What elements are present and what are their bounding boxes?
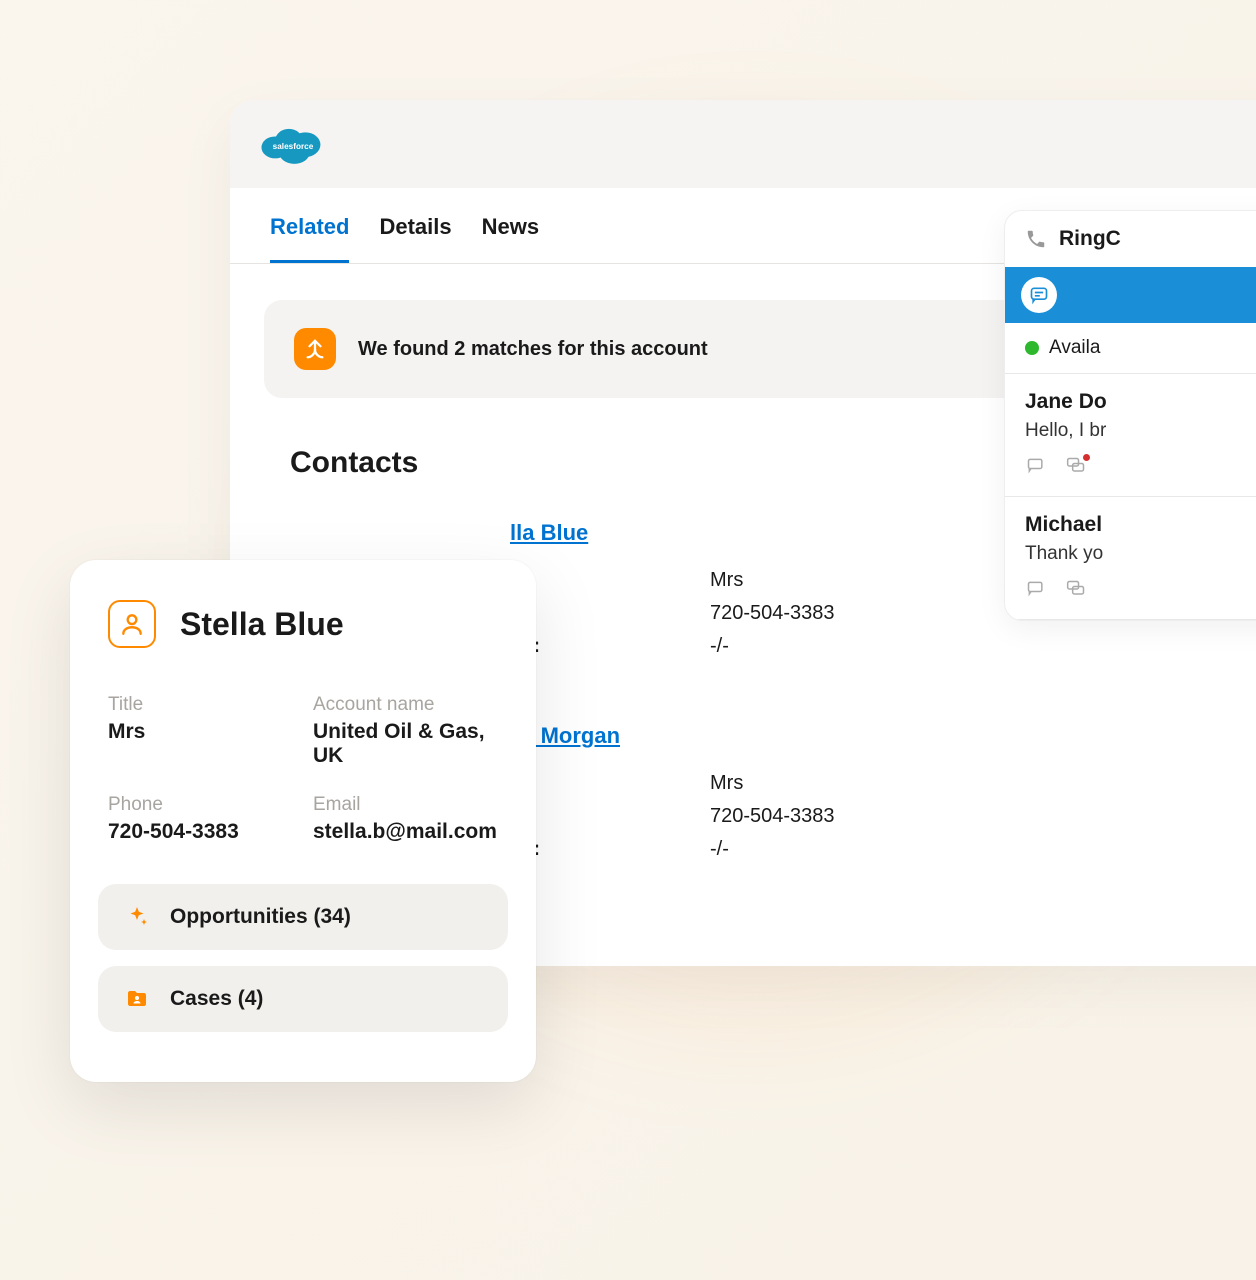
- label: e:: [510, 564, 710, 597]
- label: ne:: [510, 630, 710, 663]
- panel-header: RingC: [1005, 211, 1256, 267]
- thread-icon[interactable]: [1065, 456, 1087, 478]
- chat-icon: [1021, 277, 1057, 313]
- message-preview: Thank yo: [1025, 543, 1256, 565]
- contact-item: se Morgan e:Mrs il:720-504-3383 ne:-/-: [510, 723, 1256, 866]
- field-value: United Oil & Gas, UK: [313, 720, 498, 768]
- label: il:: [510, 597, 710, 630]
- tab-details[interactable]: Details: [379, 214, 451, 263]
- contact-popover: Stella Blue Title Mrs Account name Unite…: [70, 560, 536, 1082]
- status-row[interactable]: Availa: [1005, 323, 1256, 374]
- chat-tab-bar[interactable]: [1005, 267, 1256, 323]
- popover-name: Stella Blue: [180, 606, 344, 643]
- thread-icon[interactable]: [1065, 579, 1087, 601]
- cases-pill[interactable]: Cases (4): [98, 966, 508, 1032]
- topbar: salesforce: [230, 100, 1256, 188]
- field-email: Email stella.b@mail.com: [313, 794, 498, 844]
- field-value: stella.b@mail.com: [313, 820, 498, 844]
- notification-dot: [1083, 454, 1090, 461]
- value: -/-: [710, 833, 729, 866]
- reply-icon[interactable]: [1025, 456, 1047, 478]
- value: 720-504-3383: [710, 800, 835, 833]
- field-title: Title Mrs: [108, 694, 293, 768]
- value: 720-504-3383: [710, 597, 835, 630]
- field-phone: Phone 720-504-3383: [108, 794, 293, 844]
- value: Mrs: [710, 767, 743, 800]
- presence-dot-icon: [1025, 341, 1039, 355]
- pill-label: Opportunities (34): [170, 905, 351, 929]
- field-value: 720-504-3383: [108, 820, 293, 844]
- message-preview: Hello, I br: [1025, 420, 1256, 442]
- phone-icon: [1025, 228, 1047, 250]
- label: ne:: [510, 833, 710, 866]
- value: Mrs: [710, 564, 743, 597]
- field-value: Mrs: [108, 720, 293, 744]
- label: e:: [510, 767, 710, 800]
- field-label: Title: [108, 694, 293, 716]
- opportunities-pill[interactable]: Opportunities (34): [98, 884, 508, 950]
- value: -/-: [710, 630, 729, 663]
- status-text: Availa: [1049, 337, 1100, 359]
- folder-person-icon: [124, 986, 150, 1012]
- contact-link-stella[interactable]: lla Blue: [510, 520, 588, 546]
- person-icon: [108, 600, 156, 648]
- field-label: Account name: [313, 694, 498, 716]
- message-item[interactable]: Michael Thank yo: [1005, 497, 1256, 620]
- pill-label: Cases (4): [170, 987, 263, 1011]
- sparkle-icon: [124, 904, 150, 930]
- message-sender: Michael: [1025, 513, 1256, 537]
- merge-icon: [294, 328, 336, 370]
- alert-text: We found 2 matches for this account: [358, 338, 708, 361]
- tab-related[interactable]: Related: [270, 214, 349, 263]
- message-item[interactable]: Jane Do Hello, I br: [1005, 374, 1256, 497]
- svg-text:salesforce: salesforce: [273, 142, 314, 151]
- salesforce-logo: salesforce: [258, 120, 328, 168]
- field-label: Phone: [108, 794, 293, 816]
- panel-title: RingC: [1059, 227, 1121, 251]
- field-account: Account name United Oil & Gas, UK: [313, 694, 498, 768]
- message-sender: Jane Do: [1025, 390, 1256, 414]
- tab-news[interactable]: News: [482, 214, 539, 263]
- messaging-panel: RingC Availa Jane Do Hello, I br Michael…: [1004, 210, 1256, 621]
- field-label: Email: [313, 794, 498, 816]
- reply-icon[interactable]: [1025, 579, 1047, 601]
- label: il:: [510, 800, 710, 833]
